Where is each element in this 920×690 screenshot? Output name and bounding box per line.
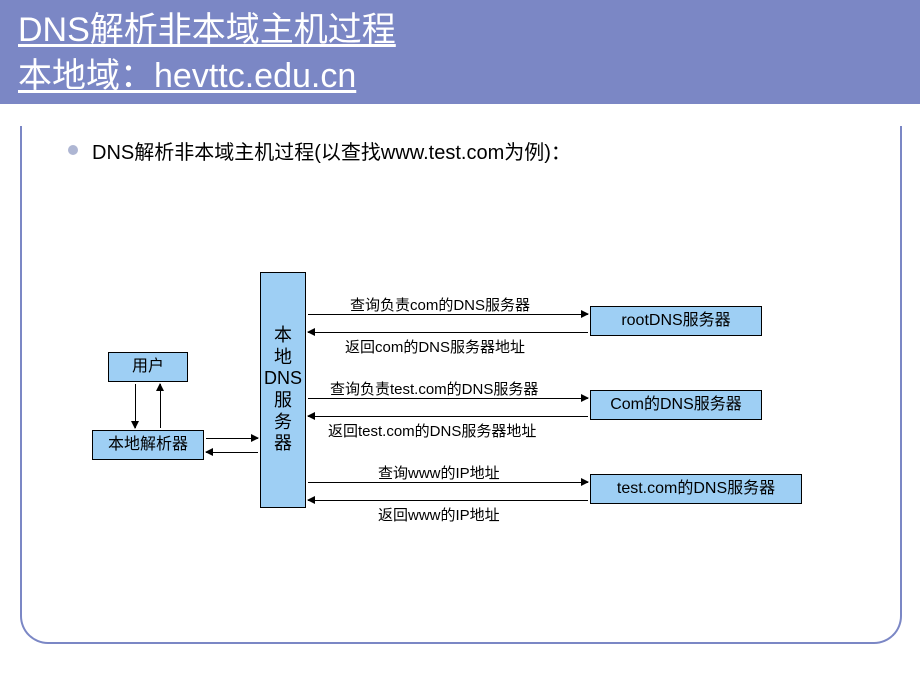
node-test-dns: test.com的DNS服务器 — [590, 474, 802, 504]
label-q1: 查询负责com的DNS服务器 — [350, 294, 530, 315]
local-dns-char-4: 服 — [274, 390, 292, 412]
local-dns-char-2: 地 — [274, 347, 292, 369]
label-q2: 查询负责test.com的DNS服务器 — [330, 378, 538, 399]
node-local-dns: 本 地 DNS 服 务 器 — [260, 272, 306, 508]
arrow-user-to-resolver — [135, 384, 136, 428]
arrow-r2 — [308, 416, 588, 417]
arrow-localdns-to-resolver — [206, 452, 258, 453]
node-local-resolver: 本地解析器 — [92, 430, 204, 460]
title-line-1: DNS解析非本域主机过程 — [18, 8, 902, 54]
title-line-2: 本地域：hevttc.edu.cn — [18, 54, 902, 100]
label-q3: 查询www的IP地址 — [378, 462, 500, 483]
slide-header: DNS解析非本域主机过程 本地域：hevttc.edu.cn — [0, 0, 920, 104]
arrow-r1 — [308, 332, 588, 333]
bullet-icon — [68, 145, 78, 155]
arrow-resolver-to-user — [160, 384, 161, 428]
node-root-dns: rootDNS服务器 — [590, 306, 762, 336]
label-r3: 返回www的IP地址 — [378, 504, 500, 525]
local-dns-char-5: 务 — [274, 412, 292, 434]
node-com-dns: Com的DNS服务器 — [590, 390, 762, 420]
label-r1: 返回com的DNS服务器地址 — [345, 336, 525, 357]
diagram-canvas: 用户 本地解析器 本 地 DNS 服 务 器 rootDNS服务器 Com的DN… — [0, 160, 920, 640]
arrow-r3 — [308, 500, 588, 501]
arrow-resolver-to-localdns — [206, 438, 258, 439]
local-dns-char-3: DNS — [264, 368, 302, 390]
local-dns-char-1: 本 — [274, 325, 292, 347]
label-r2: 返回test.com的DNS服务器地址 — [328, 420, 536, 441]
local-dns-char-6: 器 — [274, 433, 292, 455]
node-user: 用户 — [108, 352, 188, 382]
